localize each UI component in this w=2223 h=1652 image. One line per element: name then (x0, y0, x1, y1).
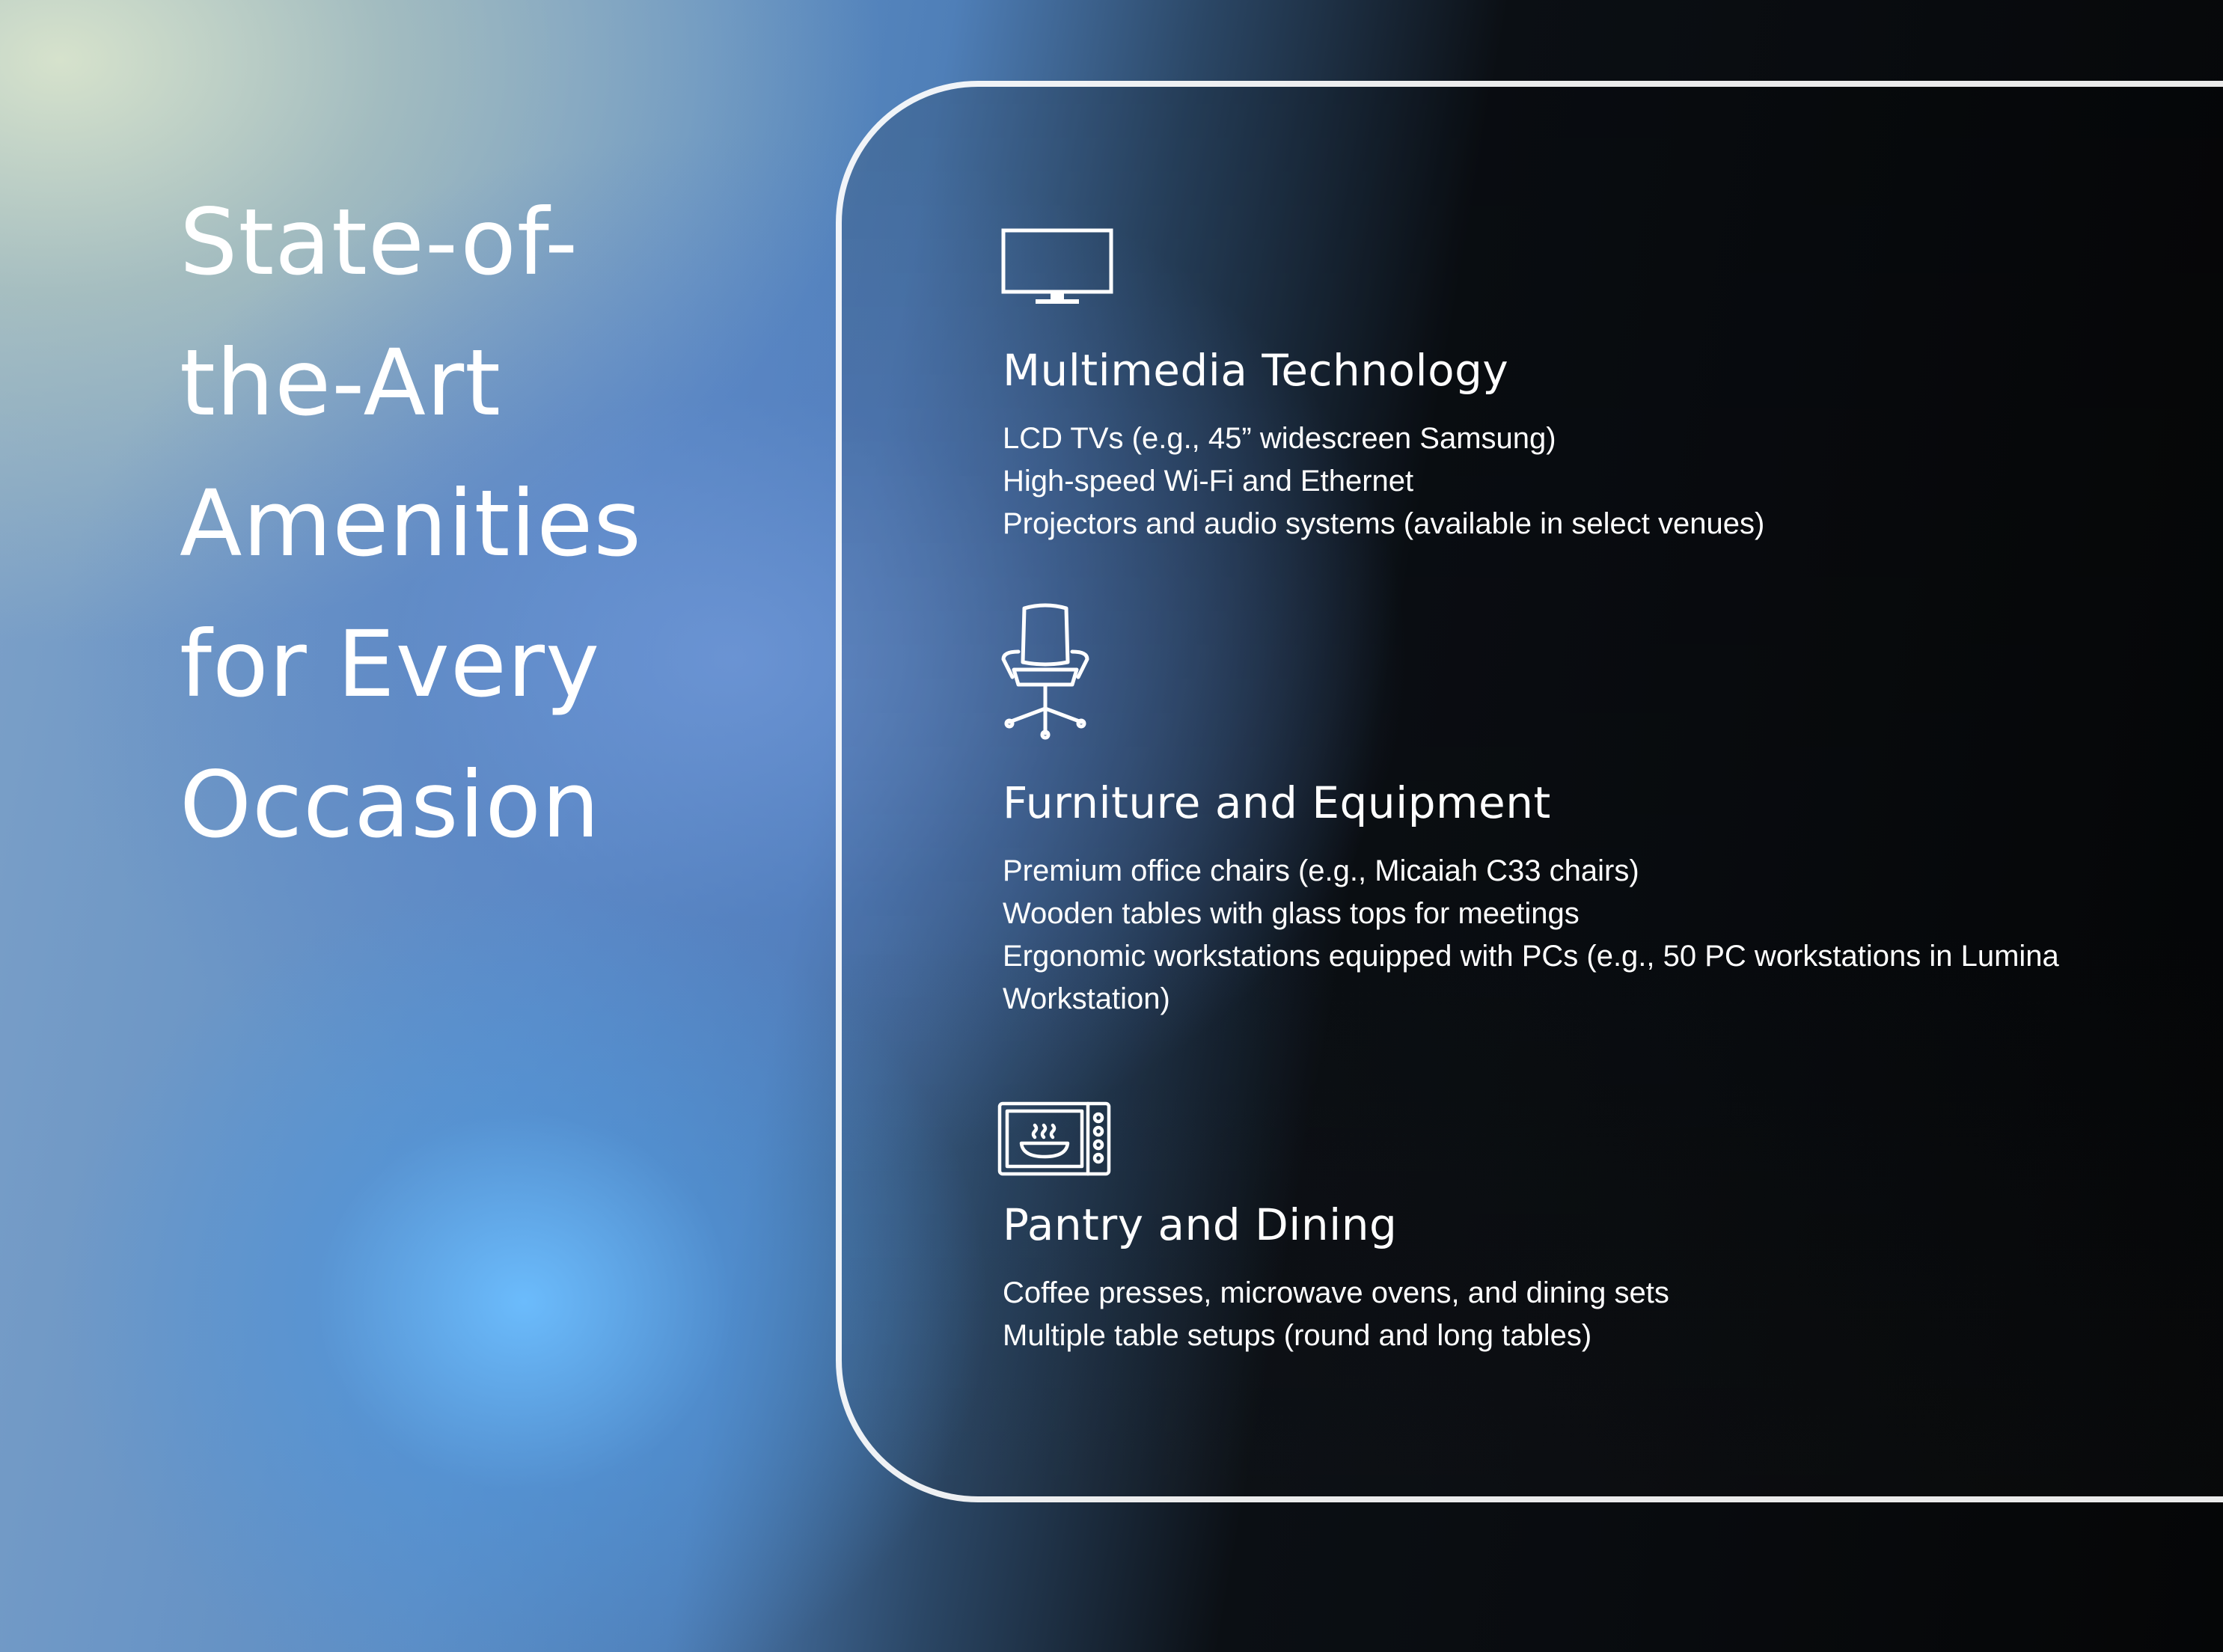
list-item: Wooden tables with glass tops for meetin… (1003, 897, 1580, 930)
list-item: High-speed Wi-Fi and Ethernet (1003, 465, 1414, 498)
section-pantry: Pantry and Dining Coffee presses, microw… (1003, 1199, 2073, 1357)
item-list: Premium office chairs (e.g., Micaiah C33… (1003, 850, 2073, 1021)
list-item: Multiple table setups (round and long ta… (1003, 1319, 1592, 1352)
section-multimedia: Multimedia Technology LCD TVs (e.g., 45”… (1003, 344, 2073, 545)
section-furniture: Furniture and Equipment Premium office c… (1003, 777, 2073, 1021)
section-title: Multimedia Technology (1003, 345, 1509, 396)
section-title: Pantry and Dining (1003, 1199, 1398, 1250)
list-item: Premium office chairs (e.g., Micaiah C33… (1003, 854, 1639, 887)
office-chair-icon (1001, 603, 1089, 740)
list-item: Projectors and audio systems (available … (1003, 507, 1765, 540)
item-list: Coffee presses, microwave ovens, and din… (1003, 1272, 2073, 1357)
microwave-icon (997, 1101, 1111, 1176)
list-item: Ergonomic workstations equipped with PCs… (1003, 940, 2059, 1015)
tv-icon (1001, 228, 1113, 304)
section-title: Furniture and Equipment (1003, 777, 1551, 828)
page-title: State-of-the-Art Amenities for Every Occ… (180, 189, 642, 858)
list-item: Coffee presses, microwave ovens, and din… (1003, 1276, 1669, 1309)
item-list: LCD TVs (e.g., 45” widescreen Samsung) H… (1003, 417, 2073, 545)
list-item: LCD TVs (e.g., 45” widescreen Samsung) (1003, 422, 1556, 455)
